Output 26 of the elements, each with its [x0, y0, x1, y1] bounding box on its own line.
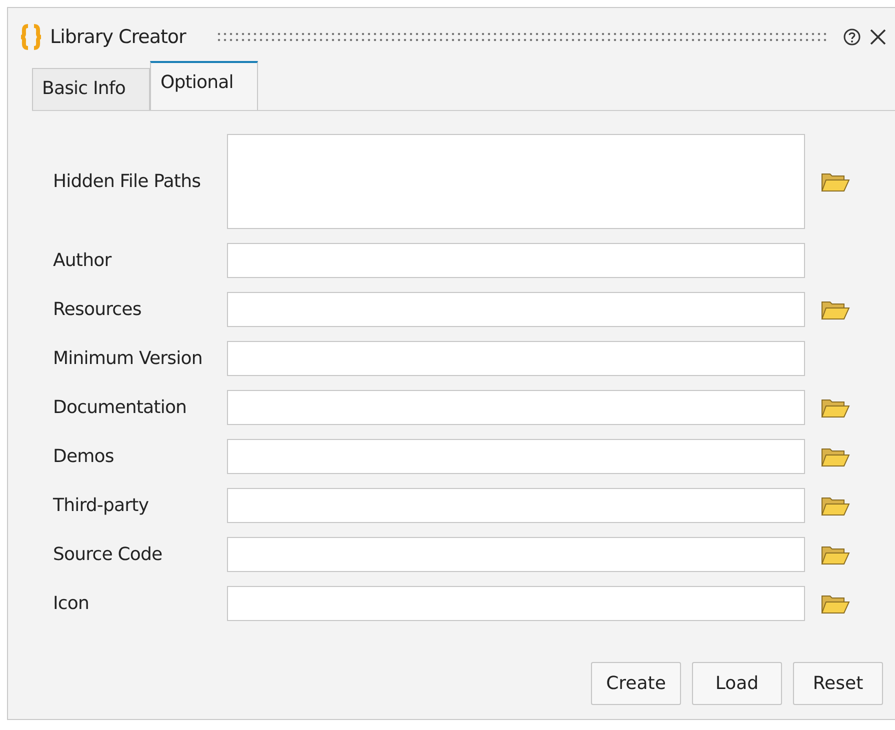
field-label: Icon: [53, 593, 90, 614]
input-field[interactable]: [227, 439, 805, 474]
input-field[interactable]: [227, 537, 805, 572]
dialog-button[interactable]: Load: [692, 662, 782, 705]
tab[interactable]: Optional: [150, 61, 258, 110]
field-label: Demos: [53, 446, 115, 467]
field-label: Minimum Version: [53, 348, 204, 369]
input-field[interactable]: [227, 341, 805, 376]
input-field[interactable]: [227, 292, 805, 327]
field-label: Resources: [53, 299, 142, 320]
input-field[interactable]: [227, 390, 805, 425]
input-field[interactable]: [227, 488, 805, 523]
field-label: Third-party: [53, 495, 150, 516]
input-field[interactable]: [227, 243, 805, 278]
dialog-button[interactable]: Create: [591, 662, 681, 705]
help-icon[interactable]: [843, 28, 861, 46]
window-title: Library Creator: [50, 26, 186, 48]
field-label: Documentation: [53, 397, 188, 418]
input-field[interactable]: [227, 586, 805, 621]
field-label: Author: [53, 250, 113, 271]
braces-icon: [20, 24, 42, 50]
dialog-button[interactable]: Reset: [793, 662, 883, 705]
tab[interactable]: Basic Info: [32, 68, 150, 110]
field-label: Hidden File Paths: [53, 171, 202, 192]
close-icon[interactable]: [869, 28, 887, 46]
field-label: Source Code: [53, 544, 164, 565]
